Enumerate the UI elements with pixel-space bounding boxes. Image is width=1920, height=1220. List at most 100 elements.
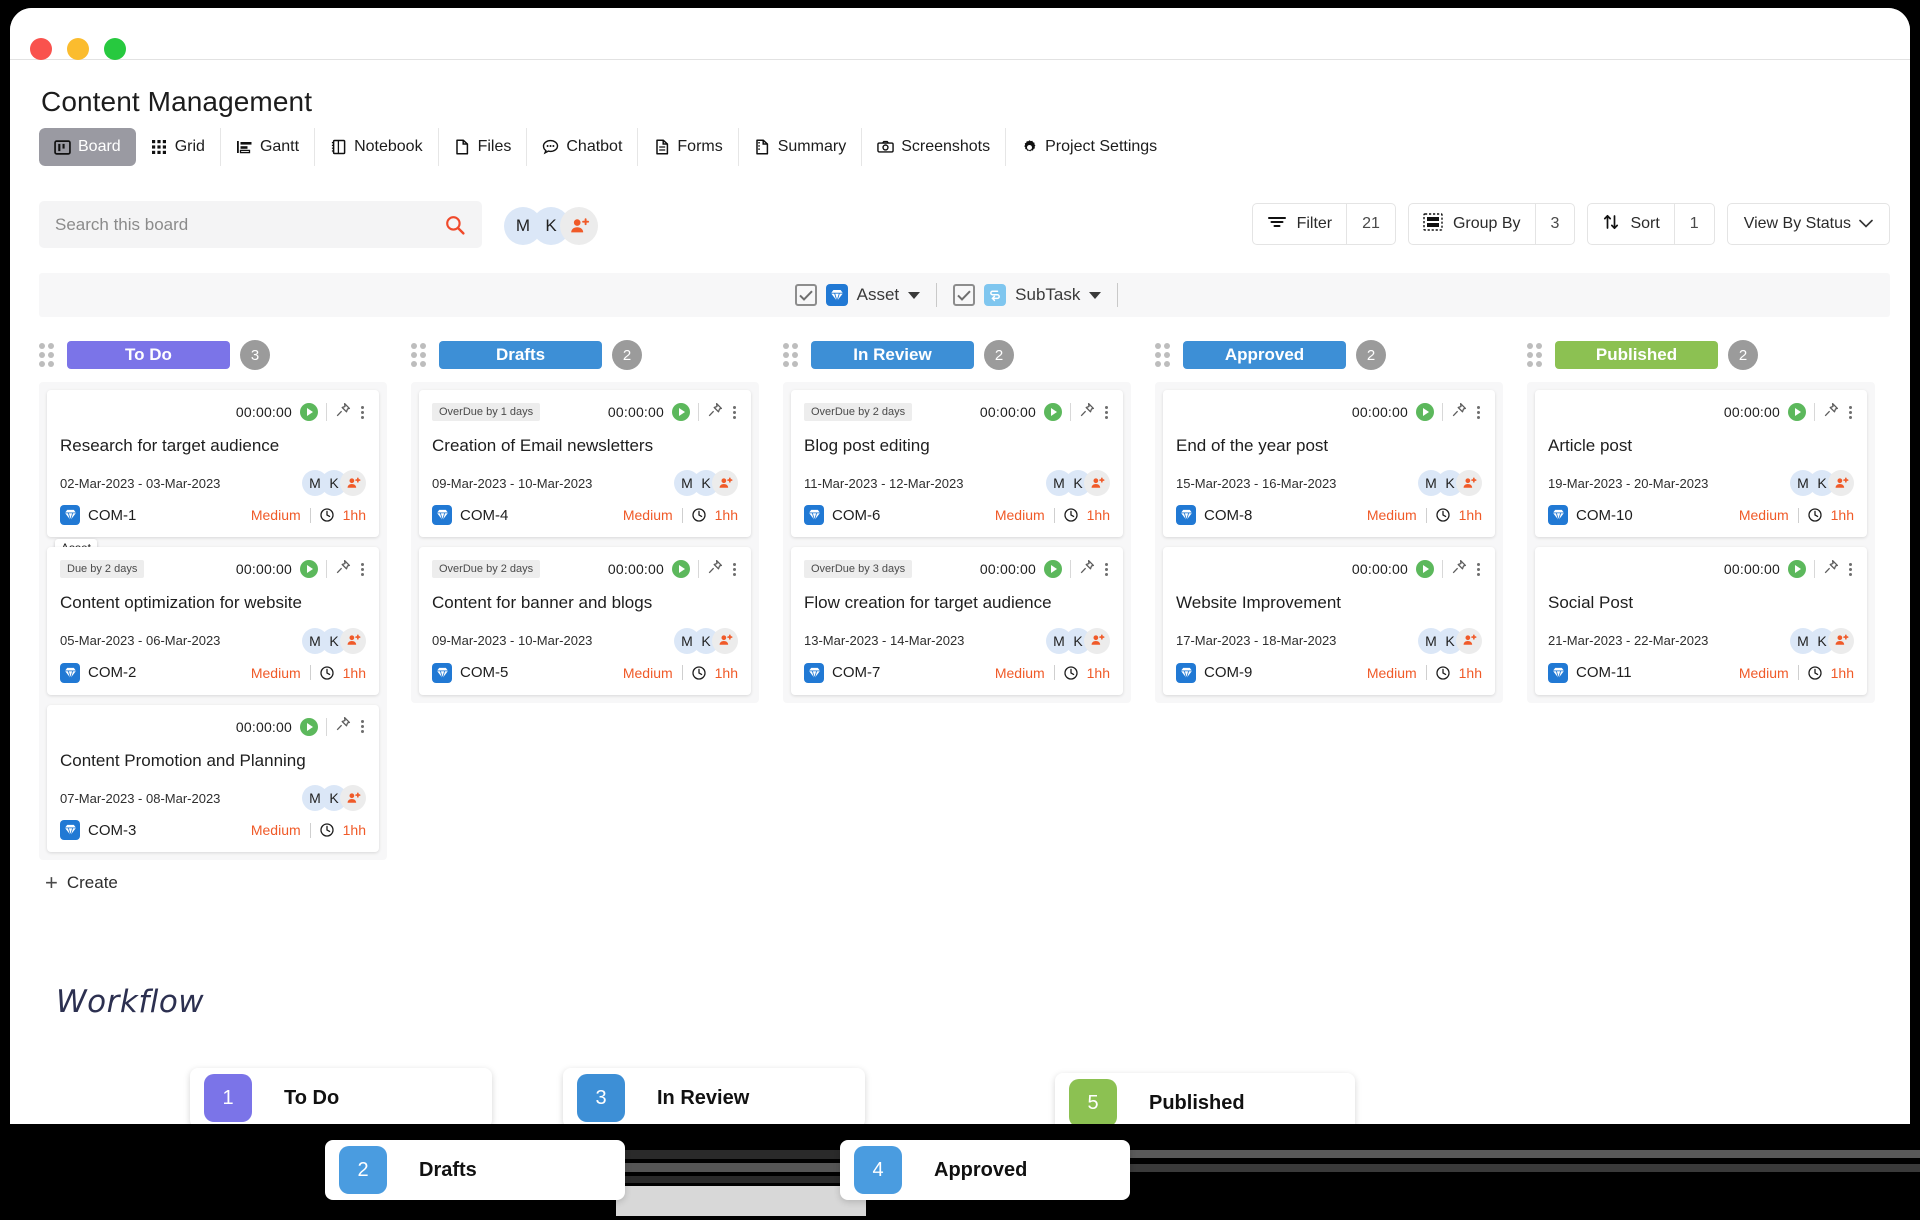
task-card[interactable]: 00:00:00 Research for target audience 02-M… — [47, 390, 379, 558]
pin-icon[interactable] — [335, 559, 351, 580]
tab-grid[interactable]: Grid — [135, 128, 221, 166]
task-card[interactable]: Due by 2 days 00:00:00 Content optimizatio… — [47, 547, 379, 695]
card-dates: 05-Mar-2023 - 06-Mar-2023 — [60, 633, 221, 649]
add-assignee-button[interactable] — [712, 627, 738, 654]
add-assignee-button[interactable] — [1456, 470, 1482, 497]
filter-button[interactable]: Filter 21 — [1251, 203, 1396, 245]
task-card[interactable]: 00:00:00 Content Promotion and Planning 07… — [47, 704, 379, 853]
card-menu-button[interactable] — [359, 405, 366, 419]
workflow-step-4[interactable]: 4 Approved — [840, 1140, 1130, 1200]
play-timer-button[interactable] — [1788, 560, 1806, 579]
tab-notebook[interactable]: Notebook — [315, 128, 439, 166]
chevron-down-icon[interactable] — [1089, 291, 1102, 299]
tab-gantt[interactable]: Gantt — [220, 128, 316, 166]
tab-chatbot[interactable]: Chatbot — [527, 128, 639, 166]
close-window-button[interactable] — [30, 38, 52, 60]
subtask-checkbox[interactable] — [953, 284, 976, 306]
add-user-button[interactable] — [560, 207, 598, 245]
play-timer-button[interactable] — [1044, 403, 1062, 421]
tab-project-settings[interactable]: Project Settings — [1006, 128, 1173, 166]
card-menu-button[interactable] — [731, 405, 738, 419]
play-timer-button[interactable] — [672, 403, 690, 421]
column-title[interactable]: Approved — [1183, 341, 1346, 369]
play-timer-button[interactable] — [1416, 560, 1434, 579]
column-title[interactable]: In Review — [811, 341, 974, 369]
add-assignee-button[interactable] — [1084, 470, 1110, 497]
tab-board[interactable]: Board — [39, 128, 136, 166]
drag-handle-icon[interactable] — [1527, 343, 1545, 367]
play-timer-button[interactable] — [300, 403, 318, 421]
add-assignee-button[interactable] — [340, 785, 366, 812]
card-menu-button[interactable] — [1475, 405, 1482, 419]
tab-summary[interactable]: Summary — [738, 128, 863, 166]
workflow-step-3[interactable]: 3 In Review — [563, 1068, 865, 1124]
asset-filter[interactable]: Asset — [794, 284, 921, 306]
pin-icon[interactable] — [707, 402, 723, 423]
group-by-button[interactable]: Group By 3 — [1407, 203, 1576, 245]
pin-icon[interactable] — [1451, 402, 1467, 423]
drag-handle-icon[interactable] — [1155, 343, 1173, 367]
play-timer-button[interactable] — [1416, 403, 1434, 421]
play-timer-button[interactable] — [1044, 560, 1062, 579]
drag-handle-icon[interactable] — [39, 343, 57, 367]
add-assignee-button[interactable] — [340, 627, 366, 654]
card-menu-button[interactable] — [1103, 405, 1110, 419]
card-menu-button[interactable] — [1103, 562, 1110, 576]
asset-icon — [60, 505, 80, 526]
card-menu-button[interactable] — [359, 720, 366, 734]
search-input[interactable] — [55, 214, 444, 235]
task-card[interactable]: OverDue by 2 days 00:00:00 Content for ban… — [419, 547, 751, 695]
chevron-down-icon[interactable] — [908, 291, 921, 299]
drag-handle-icon[interactable] — [411, 343, 429, 367]
task-card[interactable]: 00:00:00 Social Post 21-Mar-2023 - 22-Mar-… — [1535, 547, 1867, 695]
add-assignee-button[interactable] — [1084, 627, 1110, 654]
task-card[interactable]: 00:00:00 Website Improvement 17-Mar-2023 -… — [1163, 547, 1495, 695]
pin-icon[interactable] — [1079, 402, 1095, 423]
card-menu-button[interactable] — [1847, 405, 1854, 419]
tab-files[interactable]: Files — [438, 128, 528, 166]
task-card[interactable]: OverDue by 1 days 00:00:00 Creation of Ema… — [419, 390, 751, 538]
workflow-step-2[interactable]: 2 Drafts — [325, 1140, 625, 1200]
tab-screenshots[interactable]: Screenshots — [862, 128, 1007, 166]
drag-handle-icon[interactable] — [783, 343, 801, 367]
pin-icon[interactable] — [1823, 559, 1839, 580]
pin-icon[interactable] — [335, 716, 351, 737]
card-menu-button[interactable] — [359, 562, 366, 576]
pin-icon[interactable] — [707, 559, 723, 580]
add-assignee-button[interactable] — [712, 470, 738, 497]
play-timer-button[interactable] — [300, 717, 318, 736]
card-menu-button[interactable] — [1847, 562, 1854, 576]
task-card[interactable]: 00:00:00 Article post 19-Mar-2023 - 20-Mar… — [1535, 390, 1867, 538]
add-assignee-button[interactable] — [1456, 627, 1482, 654]
workflow-step-1[interactable]: 1 To Do — [190, 1068, 492, 1124]
column-title[interactable]: Drafts — [439, 341, 602, 369]
pin-icon[interactable] — [1079, 559, 1095, 580]
search-box[interactable] — [39, 201, 482, 248]
create-task-button[interactable]: + Create — [39, 860, 387, 900]
play-timer-button[interactable] — [300, 560, 318, 579]
card-menu-button[interactable] — [1475, 562, 1482, 576]
play-timer-button[interactable] — [672, 560, 690, 579]
search-icon[interactable] — [444, 214, 466, 236]
tab-forms[interactable]: Forms — [638, 128, 739, 166]
workflow-step-5[interactable]: 5 Published — [1055, 1073, 1355, 1124]
pin-icon[interactable] — [1451, 559, 1467, 580]
maximize-window-button[interactable] — [104, 38, 126, 60]
subtask-filter[interactable]: SubTask — [953, 284, 1102, 306]
card-menu-button[interactable] — [731, 562, 738, 576]
task-card[interactable]: OverDue by 3 days 00:00:00 Flow creation f… — [791, 547, 1123, 695]
column-title[interactable]: To Do — [67, 341, 230, 369]
task-card[interactable]: 00:00:00 End of the year post 15-Mar-2023 … — [1163, 390, 1495, 538]
pin-icon[interactable] — [1823, 402, 1839, 423]
add-assignee-button[interactable] — [1828, 627, 1854, 654]
play-timer-button[interactable] — [1788, 403, 1806, 421]
task-card[interactable]: OverDue by 2 days 00:00:00 Blog post editi… — [791, 390, 1123, 538]
minimize-window-button[interactable] — [67, 38, 89, 60]
asset-checkbox[interactable] — [794, 284, 817, 306]
add-assignee-button[interactable] — [340, 470, 366, 497]
pin-icon[interactable] — [335, 402, 351, 423]
column-title[interactable]: Published — [1555, 341, 1718, 369]
view-by-status-dropdown[interactable]: View By Status — [1726, 203, 1890, 245]
sort-button[interactable]: Sort 1 — [1587, 203, 1715, 245]
add-assignee-button[interactable] — [1828, 470, 1854, 497]
